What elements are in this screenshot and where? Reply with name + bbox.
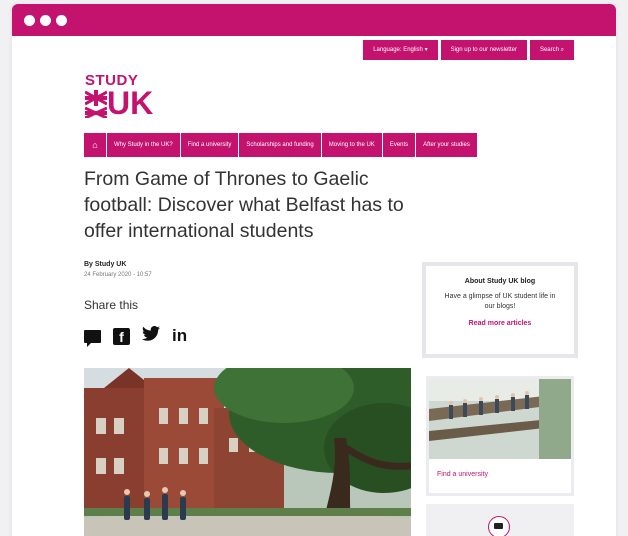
nav-item-find-university[interactable]: Find a university [180, 133, 239, 157]
find-university-link[interactable]: Find a university [437, 471, 571, 478]
nav-item-events[interactable]: Events [382, 133, 416, 157]
mail-icon[interactable] [488, 516, 510, 536]
logo-text-uk: UK [107, 85, 154, 121]
card-image [429, 379, 571, 459]
newsletter-signup-link[interactable]: Sign up to our newsletter [440, 40, 527, 60]
window-titlebar [12, 4, 616, 36]
union-flag-icon [85, 90, 107, 118]
nav-home-button[interactable]: ⌂ [84, 133, 106, 157]
newsletter-card[interactable] [426, 504, 574, 536]
nav-item-scholarships[interactable]: Scholarships and funding [239, 133, 321, 157]
blog-box-description: Have a glimpse of UK student life in our… [444, 293, 556, 310]
share-label: Share this [84, 298, 139, 312]
linkedin-icon[interactable]: in [172, 326, 187, 346]
find-university-card[interactable]: Find a university [426, 376, 574, 496]
chat-icon[interactable] [84, 329, 101, 347]
browser-window: Language: English ▾ Sign up to our newsl… [12, 4, 616, 536]
nav-item-why-study[interactable]: Why Study in the UK? [107, 133, 180, 157]
share-icons: f in [84, 326, 187, 347]
search-button[interactable]: Search ⌕ [529, 40, 574, 60]
article-author: By Study UK [84, 261, 127, 268]
nav-item-moving[interactable]: Moving to the UK [321, 133, 382, 157]
window-control-dot[interactable] [56, 15, 67, 26]
nav-item-after-studies[interactable]: After your studies [416, 133, 477, 157]
blog-info-box: About Study UK blog Have a glimpse of UK… [422, 262, 578, 358]
facebook-icon[interactable]: f [113, 327, 130, 345]
read-more-link[interactable]: Read more articles [426, 320, 574, 327]
web-page: Language: English ▾ Sign up to our newsl… [12, 36, 616, 536]
main-navigation: ⌂ Why Study in the UK? Find a university… [84, 133, 477, 157]
language-selector[interactable]: Language: English ▾ [363, 40, 438, 60]
blog-box-title: About Study UK blog [464, 278, 536, 285]
twitter-icon[interactable] [142, 326, 160, 346]
home-icon: ⌂ [92, 140, 98, 150]
window-control-dot[interactable] [40, 15, 51, 26]
article-date: 24 February 2020 - 10:57 [84, 272, 152, 278]
window-control-dot[interactable] [24, 15, 35, 26]
study-uk-logo[interactable]: STUDY UK [85, 72, 155, 124]
article-hero-image [84, 368, 411, 536]
utility-bar: Language: English ▾ Sign up to our newsl… [363, 40, 574, 60]
article-title: From Game of Thrones to Gaelic football:… [84, 168, 404, 242]
